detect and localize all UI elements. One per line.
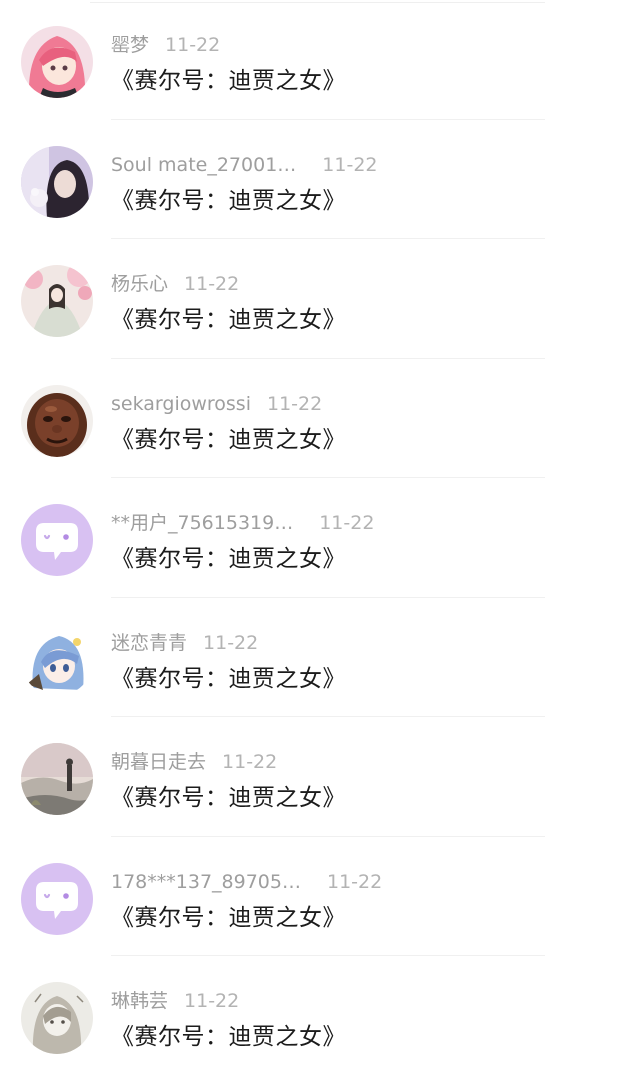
pink-hair-anime-avatar-icon	[21, 26, 93, 98]
comment-item[interactable]: 杨乐心 11-22 《赛尔号：迪贾之女》	[0, 239, 640, 359]
comment-date: 11-22	[165, 34, 221, 56]
comment-date: 11-22	[184, 990, 240, 1012]
avatar[interactable]	[21, 384, 93, 457]
comment-item[interactable]: 罂梦 11-22 《赛尔号：迪贾之女》	[0, 0, 640, 120]
comment-text: 《赛尔号：迪贾之女》	[111, 904, 346, 931]
avatar[interactable]	[21, 623, 93, 696]
comment-text: 《赛尔号：迪贾之女》	[111, 546, 346, 572]
buddha-statue-avatar-icon	[21, 384, 93, 457]
comment-date: 11-22	[222, 751, 278, 773]
comment-date: 11-22	[266, 392, 323, 415]
comment-item[interactable]: 琳韩芸 11-22 《赛尔号：迪贾之女》	[0, 956, 640, 1065]
avatar[interactable]	[21, 982, 93, 1054]
blue-hair-anime-avatar-icon	[21, 623, 93, 696]
comment-date: 11-22	[322, 153, 378, 176]
comment-text: 《赛尔号：迪贾之女》	[111, 307, 346, 333]
username[interactable]: 朝暮日走去	[111, 748, 206, 776]
avatar[interactable]	[21, 145, 93, 218]
comment-text: 《赛尔号：迪贾之女》	[111, 785, 346, 811]
avatar[interactable]	[21, 26, 93, 98]
comment-item[interactable]: sekargiowrossi 11-22 《赛尔号：迪贾之女》	[0, 359, 640, 478]
username[interactable]: **用户_75615319…	[111, 509, 293, 537]
username[interactable]: 琳韩芸	[111, 987, 168, 1015]
comment-text: 《赛尔号：迪贾之女》	[111, 426, 346, 453]
comment-date: 11-22	[326, 870, 383, 893]
comment-item[interactable]: 迷恋青青 11-22 《赛尔号：迪贾之女》	[0, 598, 640, 717]
default-chat-avatar-icon	[21, 504, 93, 576]
username[interactable]: sekargiowrossi	[111, 390, 251, 418]
default-chat-avatar-icon	[21, 862, 93, 935]
username[interactable]: 迷恋青青	[111, 629, 187, 657]
comment-item[interactable]: 朝暮日走去 11-22 《赛尔号：迪贾之女》	[0, 717, 640, 837]
comment-item[interactable]: **用户_75615319… 11-22 《赛尔号：迪贾之女》	[0, 478, 640, 598]
comment-date: 11-22	[184, 273, 240, 295]
username[interactable]: 杨乐心	[111, 270, 168, 298]
comment-date: 11-22	[319, 512, 375, 534]
avatar[interactable]	[21, 265, 93, 337]
avatar[interactable]	[21, 504, 93, 576]
username[interactable]: Soul mate_27001…	[111, 151, 296, 179]
avatar[interactable]	[21, 743, 93, 815]
sketch-girl-avatar-icon	[21, 982, 93, 1054]
username[interactable]: 178***137_89705…	[111, 868, 301, 896]
comment-item[interactable]: Soul mate_27001… 11-22 《赛尔号：迪贾之女》	[0, 120, 640, 239]
girl-photo-avatar-icon	[21, 145, 93, 218]
comment-item[interactable]: 178***137_89705… 11-22 《赛尔号：迪贾之女》	[0, 837, 640, 956]
username[interactable]: 罂梦	[111, 31, 149, 59]
misty-landscape-avatar-icon	[21, 743, 93, 815]
comment-text: 《赛尔号：迪贾之女》	[111, 1024, 346, 1050]
comment-text: 《赛尔号：迪贾之女》	[111, 68, 346, 94]
comment-text: 《赛尔号：迪贾之女》	[111, 187, 346, 214]
avatar[interactable]	[21, 862, 93, 935]
comment-date: 11-22	[203, 631, 259, 654]
painted-blossom-avatar-icon	[21, 265, 93, 337]
comment-text: 《赛尔号：迪贾之女》	[111, 665, 346, 692]
